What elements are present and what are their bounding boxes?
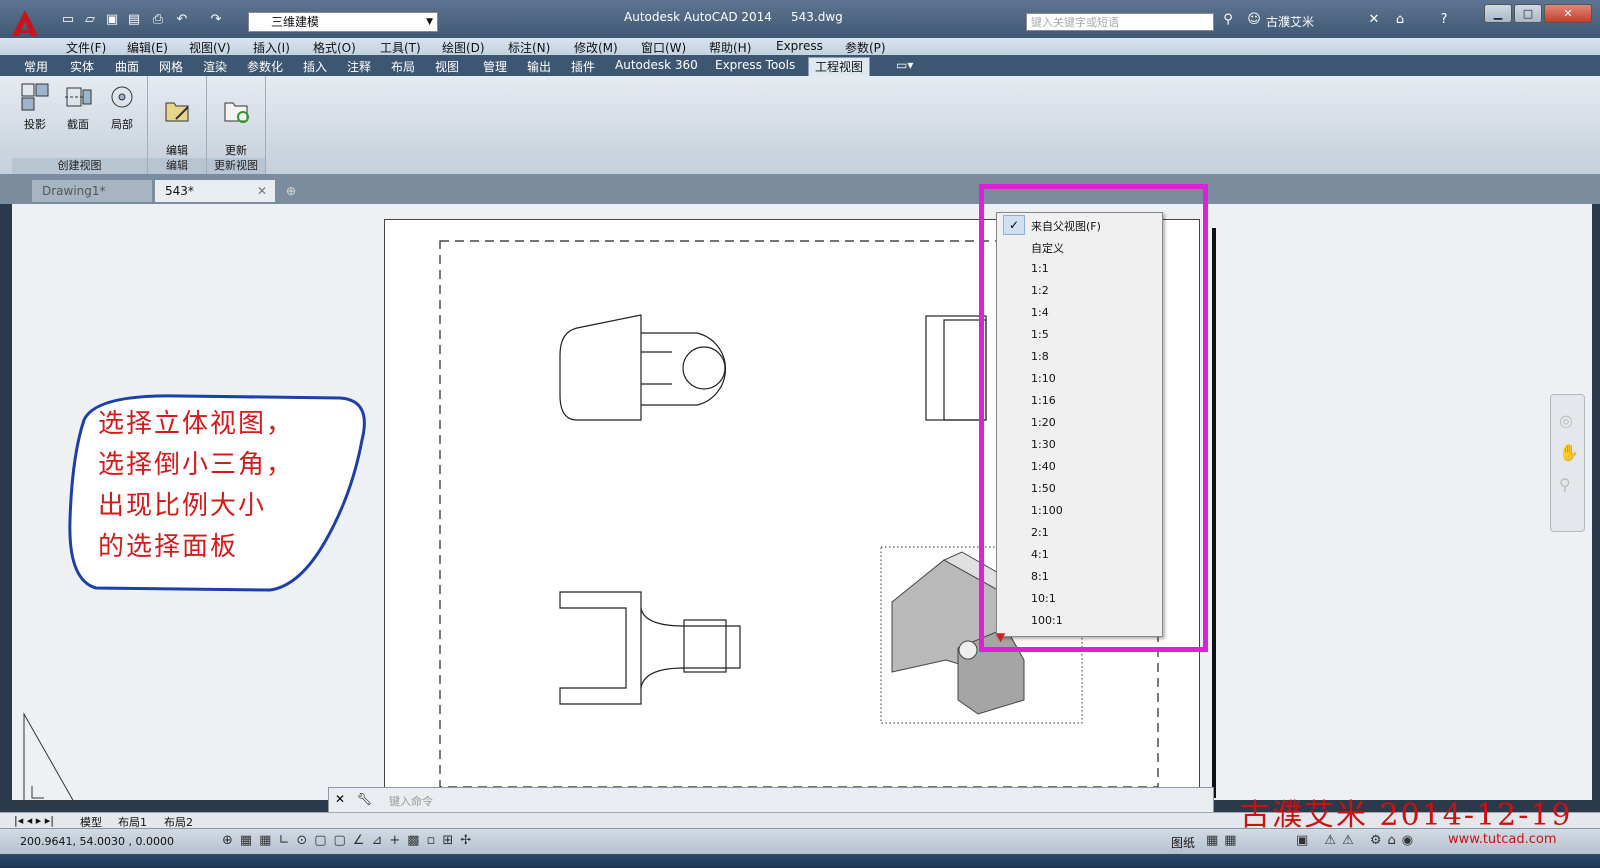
view-side <box>925 315 987 421</box>
layout-nav-icon[interactable]: |◂ ◂ ▸ ▸| <box>14 814 54 827</box>
callout-line: 的选择面板 <box>98 532 239 562</box>
layout-tools-icon[interactable]: ▦▦ <box>1206 833 1243 848</box>
coordinate-readout: 200.9641, 54.0030 , 0.0000 <box>20 835 174 848</box>
highlight-box <box>979 184 1208 652</box>
ucs-icon <box>23 712 75 803</box>
close-command-icon[interactable]: ✕ <box>335 792 345 806</box>
watermark-site: www.tutcad.com <box>1448 832 1557 847</box>
callout-line: 出现比例大小 <box>98 491 267 521</box>
status-tray-icon[interactable]: ▣ ⚠⚠ ⚙⌂◉ <box>1296 833 1419 848</box>
navigation-bar: ◎ ✋ ⚲ <box>1550 394 1585 532</box>
command-line: ✕ 🔧︎ 键入命令 <box>328 787 1214 813</box>
callout-text: 选择立体视图， 选择倒小三角， 出现比例大小 的选择面板 <box>98 404 358 568</box>
watermark-signature: 古濮艾米 2014-12-19 <box>1240 798 1573 833</box>
paper-space-label[interactable]: 图纸 <box>1171 834 1195 851</box>
scale-grip-triangle-icon[interactable]: ▼ <box>996 630 1005 644</box>
drafting-toggles-icon[interactable]: ⊕▦▦∟⊙▢▢∠⊿+▩▫⊞✢ <box>222 833 478 848</box>
steering-wheel-icon[interactable]: ◎ <box>1559 411 1573 430</box>
callout-line: 选择立体视图， <box>98 409 295 439</box>
wrench-icon[interactable]: 🔧︎ <box>357 792 372 806</box>
pan-hand-icon[interactable]: ✋ <box>1559 443 1579 462</box>
view-front <box>559 591 741 705</box>
command-input[interactable]: 键入命令 <box>389 793 433 809</box>
zoom-icon[interactable]: ⚲ <box>1559 475 1571 494</box>
callout-line: 选择倒小三角， <box>98 450 295 480</box>
view-top <box>559 314 727 421</box>
windows-taskbar <box>0 854 1600 868</box>
